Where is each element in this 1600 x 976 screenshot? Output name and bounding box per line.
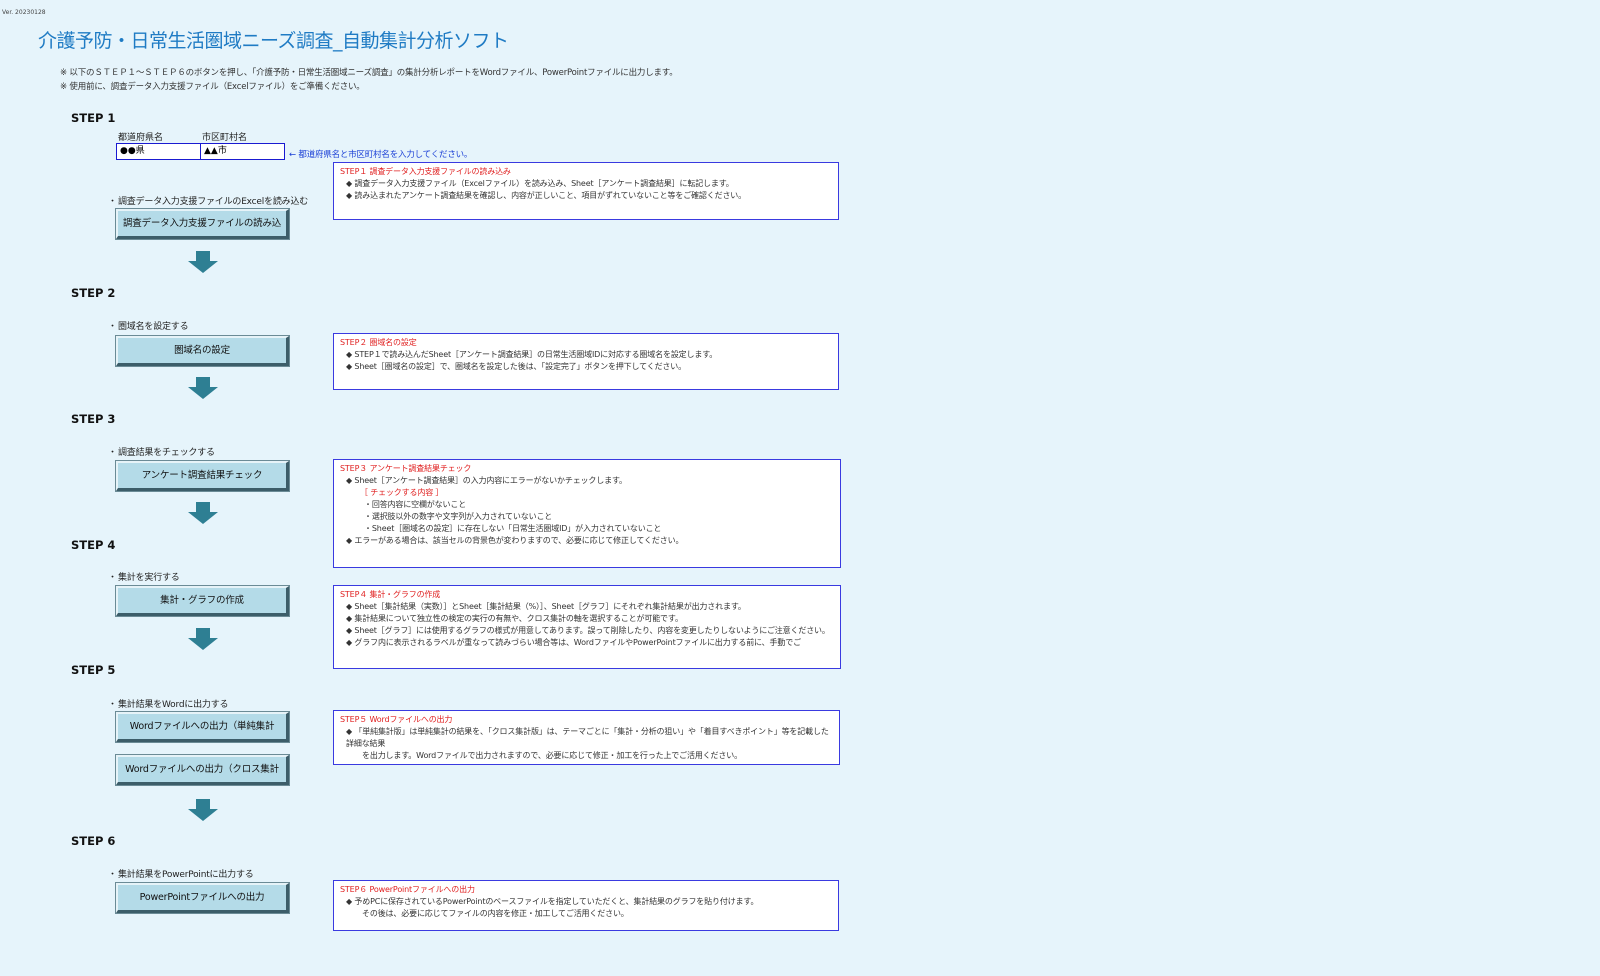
step2-box-title: STEP２ 圏域名の設定: [340, 338, 417, 347]
create-tabulation-button[interactable]: 集計・グラフの作成: [115, 585, 290, 617]
step4-info-box: STEP４ 集計・グラフの作成 ◆ Sheet［集計結果（実数）］とSheet［…: [333, 585, 841, 669]
word-simple-output-button[interactable]: Wordファイルへの出力（単純集計: [115, 711, 290, 743]
step1-info-box: STEP１ 調査データ入力支援ファイルの読み込み ◆ 調査データ入力支援ファイル…: [333, 162, 839, 220]
step2-info-box: STEP２ 圏域名の設定 ◆ STEP１で読み込んだSheet［アンケート調査結…: [333, 333, 839, 390]
set-area-name-button[interactable]: 圏域名の設定: [115, 335, 290, 367]
arrow-down-icon: [188, 377, 218, 399]
step3-box-line: ◆ エラーがある場合は、該当セルの背景色が変わりますので、必要に応じて修正してく…: [346, 536, 684, 545]
input-hint: ← 都道府県名と市区町村名を入力してください。: [289, 150, 473, 160]
arrow-down-icon: [188, 799, 218, 821]
step4-box-line: ◆ グラフ内に表示されるラベルが重なって読みづらい場合等は、WordファイルやP…: [346, 638, 801, 647]
step6-bullet: ・集計結果をPowerPointに出力する: [108, 870, 254, 880]
survey-check-button[interactable]: アンケート調査結果チェック: [115, 460, 290, 492]
step6-box-line: ◆ 予めPCに保存されているPowerPointのベースファイルを指定していただ…: [346, 897, 759, 906]
step1-box-line: ◆ 調査データ入力支援ファイル（Excelファイル）を読み込み、Sheet［アン…: [346, 179, 734, 188]
arrow-down-icon: [188, 628, 218, 650]
prefecture-label: 都道府県名: [118, 133, 164, 143]
step5-heading: STEP 5: [71, 663, 116, 677]
arrow-down-icon: [188, 502, 218, 524]
step2-bullet-text: 圏域名を設定する: [118, 322, 189, 332]
load-input-file-button[interactable]: 調査データ入力支援ファイルの読み込: [115, 208, 290, 240]
step4-bullet-text: 集計を実行する: [118, 573, 180, 583]
step4-box-line: ◆ 集計結果について独立性の検定の実行の有無や、クロス集計の軸を選択することが可…: [346, 614, 683, 623]
arrow-down-icon: [188, 251, 218, 273]
step6-heading: STEP 6: [71, 834, 116, 848]
check-content-heading: ［ チェックする内容 ］: [360, 488, 444, 497]
step5-box-line: ◆ 「単純集計版」は単純集計の結果を、「クロス集計版」は、テーマごとに「集計・分…: [346, 727, 829, 748]
step1-bullet-text: 調査データ入力支援ファイルのExcelを読み込む: [118, 197, 309, 207]
step4-box-line: ◆ Sheet［グラフ］には使用するグラフの様式が用意してあります。誤って削除し…: [346, 626, 830, 635]
step4-bullet: ・集計を実行する: [108, 573, 180, 583]
step2-box-line: ◆ Sheet［圏域名の設定］で、圏域名を設定した後は、「設定完了」ボタンを押下…: [346, 362, 686, 371]
page-title: 介護予防・日常生活圏域ニーズ調査_自動集計分析ソフト: [38, 30, 509, 52]
step1-bullet: ・調査データ入力支援ファイルのExcelを読み込む: [108, 197, 309, 207]
step5-bullet-text: 集計結果をWordに出力する: [118, 700, 229, 710]
step6-info-box: STEP６ PowerPointファイルへの出力 ◆ 予めPCに保存されているP…: [333, 880, 839, 931]
instruction-note: ※ 以下のＳＴＥＰ１～ＳＴＥＰ６のボタンを押し、「介護予防・日常生活圏域ニーズ調…: [60, 68, 678, 78]
step1-box-title: STEP１ 調査データ入力支援ファイルの読み込み: [340, 167, 511, 176]
step4-box-title: STEP４ 集計・グラフの作成: [340, 590, 441, 599]
check-item: ・Sheet［圏域名の設定］に存在しない「日常生活圏域ID」が入力されていないこ…: [364, 524, 662, 533]
step1-heading: STEP 1: [71, 111, 116, 125]
word-cross-output-button[interactable]: Wordファイルへの出力（クロス集計: [115, 754, 290, 786]
step3-heading: STEP 3: [71, 412, 116, 426]
step6-bullet-text: 集計結果をPowerPointに出力する: [118, 870, 254, 880]
version-label: Ver. 20230128: [2, 9, 46, 16]
step2-bullet: ・圏域名を設定する: [108, 322, 189, 332]
preparation-note: ※ 使用前に、調査データ入力支援ファイル（Excelファイル）をご準備ください。: [60, 82, 365, 92]
check-item: ・選択肢以外の数字や文字列が入力されていないこと: [364, 512, 553, 521]
step2-box-line: ◆ STEP１で読み込んだSheet［アンケート調査結果］の日常生活圏域IDに対…: [346, 350, 718, 359]
step3-bullet: ・調査結果をチェックする: [108, 448, 215, 458]
prefecture-input[interactable]: ●●県: [116, 143, 201, 160]
step5-box-title: STEP５ Wordファイルへの出力: [340, 715, 453, 724]
step5-bullet: ・集計結果をWordに出力する: [108, 700, 229, 710]
step4-heading: STEP 4: [71, 538, 116, 552]
step5-info-box: STEP５ Wordファイルへの出力 ◆ 「単純集計版」は単純集計の結果を、「ク…: [333, 710, 840, 765]
step3-box-line: ◆ Sheet［アンケート調査結果］の入力内容にエラーがないかチェックします。: [346, 476, 627, 485]
city-input[interactable]: ▲▲市: [200, 143, 285, 160]
step6-box-line: その後は、必要に応じてファイルの内容を修正・加工してご活用ください。: [362, 909, 629, 918]
step4-box-line: ◆ Sheet［集計結果（実数）］とSheet［集計結果（%）］、Sheet［グ…: [346, 602, 746, 611]
check-item: ・回答内容に空欄がないこと: [364, 500, 467, 509]
step3-bullet-text: 調査結果をチェックする: [118, 448, 215, 458]
city-label: 市区町村名: [202, 133, 248, 143]
step3-info-box: STEP３ アンケート調査結果チェック ◆ Sheet［アンケート調査結果］の入…: [333, 459, 841, 568]
step2-heading: STEP 2: [71, 286, 116, 300]
step1-box-line: ◆ 読み込まれたアンケート調査結果を確認し、内容が正しいこと、項目がずれていない…: [346, 191, 747, 200]
step6-box-title: STEP６ PowerPointファイルへの出力: [340, 885, 475, 894]
step5-box-line: を出力します。Wordファイルで出力されますので、必要に応じて修正・加工を行った…: [362, 751, 742, 760]
step3-box-title: STEP３ アンケート調査結果チェック: [340, 464, 472, 473]
powerpoint-output-button[interactable]: PowerPointファイルへの出力: [115, 882, 290, 914]
